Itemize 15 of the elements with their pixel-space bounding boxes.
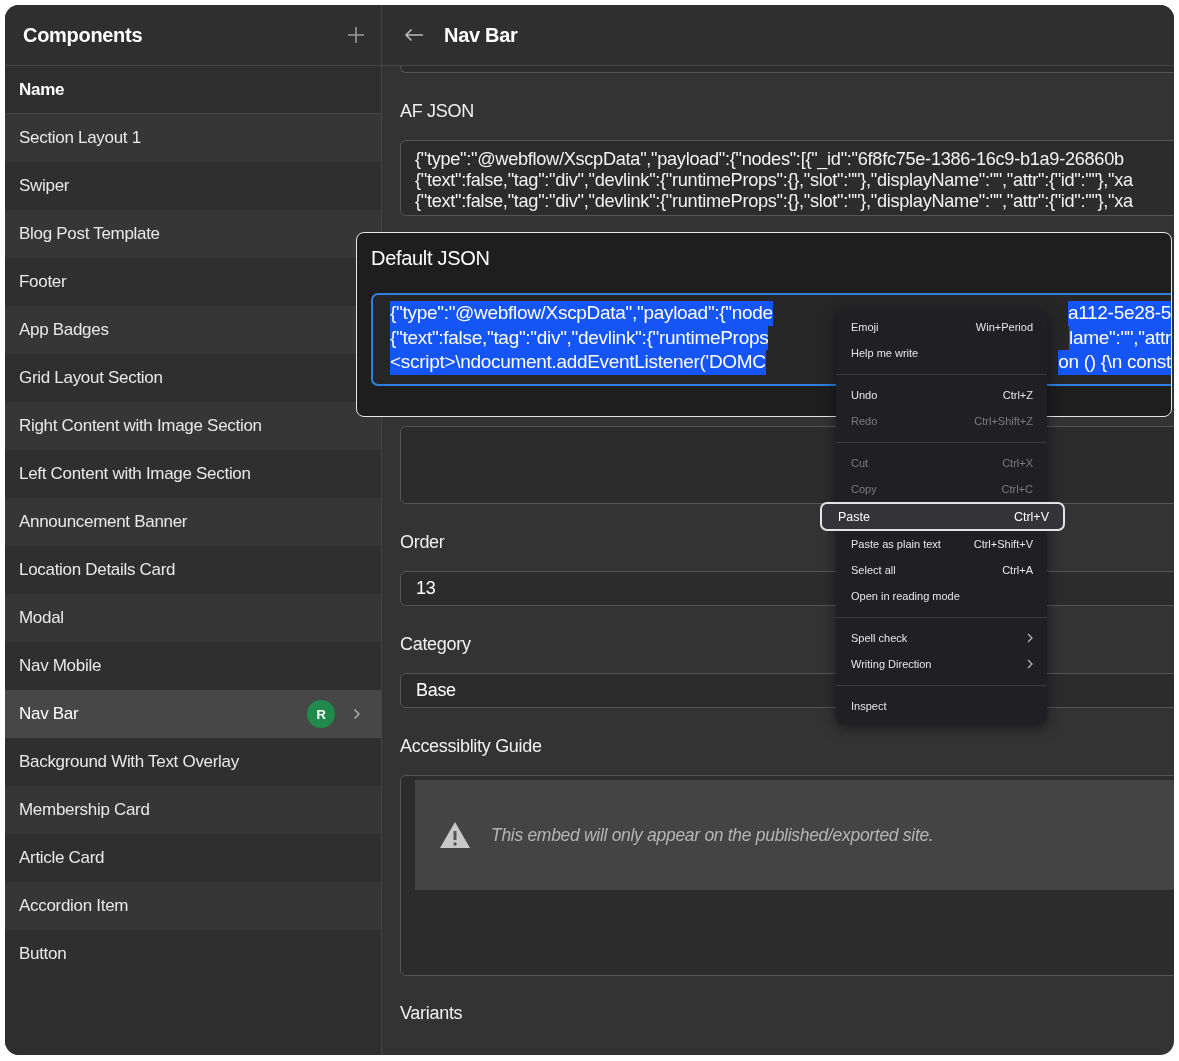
notice-text: This embed will only appear on the published/exported site. bbox=[491, 824, 934, 846]
field-label: AF JSON bbox=[400, 101, 474, 123]
field-label: Accessiblity Guide bbox=[400, 736, 542, 758]
field-label: Order bbox=[400, 532, 445, 554]
selected-code-text: lame":"","attr bbox=[1069, 325, 1171, 350]
field-label: Category bbox=[400, 634, 471, 656]
page-title: Nav Bar bbox=[444, 23, 518, 47]
section-label: Variants bbox=[400, 1003, 463, 1025]
selected-code-text: {"text":false,"tag":"div","devlink":{"runtimeProps bbox=[390, 325, 769, 350]
avatar-badge: R bbox=[307, 700, 335, 728]
selected-code-text: <script>\ndocument.addEventListener('DOMC bbox=[390, 350, 766, 375]
selected-code-text: {"type":"@webflow/XscpData","payload":{"node bbox=[390, 301, 773, 326]
selected-code-text: on () {\n const bbox=[1058, 350, 1171, 375]
selected-code-text: a112-5e28-5 bbox=[1067, 301, 1171, 326]
panel-title: Components bbox=[23, 23, 143, 47]
